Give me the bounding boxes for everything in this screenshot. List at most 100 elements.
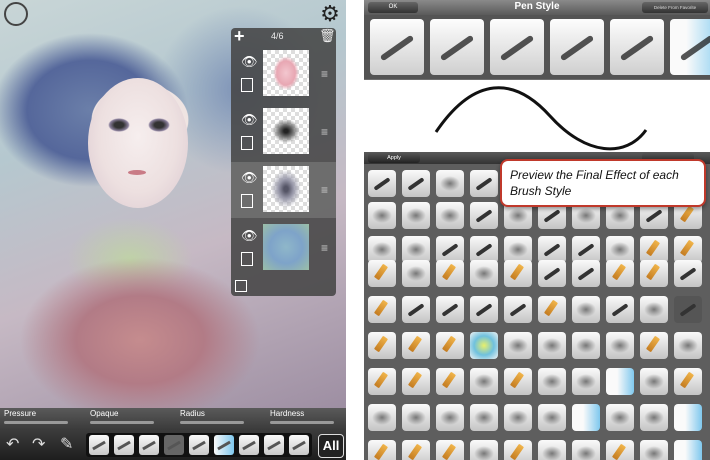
brush-style[interactable] (538, 404, 566, 431)
brush-style[interactable] (504, 332, 532, 359)
eye-icon[interactable]: 👁 (241, 170, 258, 186)
brush-style[interactable] (368, 236, 396, 263)
brush-style[interactable] (368, 260, 396, 287)
layer-item-selected[interactable]: 👁 ≡ (231, 162, 336, 218)
layer-lock-icon[interactable] (241, 78, 253, 92)
layer-options-icon[interactable] (235, 280, 247, 292)
brush-style[interactable] (674, 440, 702, 460)
layer-lock-icon[interactable] (241, 194, 253, 208)
brush-button[interactable] (264, 435, 284, 455)
favorite-brush[interactable] (490, 19, 544, 75)
layer-item[interactable]: 👁 ≡ (231, 220, 336, 276)
brush-style[interactable] (368, 202, 396, 229)
favorite-brush[interactable] (610, 19, 664, 75)
brush-style[interactable] (504, 404, 532, 431)
brush-style[interactable] (606, 296, 634, 323)
brush-style[interactable] (538, 440, 566, 460)
brush-button[interactable] (214, 435, 234, 455)
drag-handle-icon[interactable]: ≡ (321, 68, 328, 80)
brush-style[interactable] (368, 404, 396, 431)
hardness-slider[interactable] (270, 421, 334, 424)
brush-style[interactable] (436, 236, 464, 263)
brush-style[interactable] (436, 296, 464, 323)
brush-style[interactable] (674, 236, 702, 263)
brush-style[interactable] (402, 404, 430, 431)
brush-style[interactable] (538, 260, 566, 287)
brush-style[interactable] (504, 440, 532, 460)
brush-style[interactable] (368, 368, 396, 395)
eye-icon[interactable]: 👁 (241, 54, 258, 70)
brush-style[interactable] (368, 332, 396, 359)
brush-style[interactable] (436, 260, 464, 287)
brush-style[interactable] (436, 332, 464, 359)
delete-favorite-button[interactable]: Delete From Favorite (642, 2, 708, 13)
brush-style[interactable] (470, 202, 498, 229)
brush-style[interactable] (674, 404, 702, 431)
layer-item[interactable]: 👁 ≡ (231, 46, 336, 102)
brush-style[interactable] (504, 296, 532, 323)
brush-button[interactable] (114, 435, 134, 455)
brush-style[interactable] (572, 368, 600, 395)
brush-style[interactable] (402, 368, 430, 395)
brush-style[interactable] (402, 170, 430, 197)
brush-style[interactable] (504, 368, 532, 395)
brush-style[interactable] (504, 260, 532, 287)
brush-style[interactable] (402, 236, 430, 263)
brush-style[interactable] (504, 236, 532, 263)
brush-style[interactable] (368, 440, 396, 460)
brush-style[interactable] (368, 296, 396, 323)
brush-style[interactable] (640, 332, 668, 359)
brush-style[interactable] (640, 260, 668, 287)
eye-icon[interactable]: 👁 (241, 112, 258, 128)
layer-lock-icon[interactable] (241, 252, 253, 266)
brush-style[interactable] (572, 404, 600, 431)
layer-lock-icon[interactable] (241, 136, 253, 150)
brush-style[interactable] (606, 368, 634, 395)
layer-item[interactable]: 👁 ≡ (231, 104, 336, 160)
brush-style[interactable] (572, 260, 600, 287)
brush-style[interactable] (470, 368, 498, 395)
drag-handle-icon[interactable]: ≡ (321, 184, 328, 196)
brush-button[interactable] (289, 435, 309, 455)
undo-icon[interactable]: ↶ (6, 434, 19, 454)
drag-handle-icon[interactable]: ≡ (321, 126, 328, 138)
brush-style[interactable] (538, 368, 566, 395)
gear-icon[interactable]: ⚙ (318, 2, 342, 26)
brush-style[interactable] (402, 296, 430, 323)
brush-style[interactable] (470, 332, 498, 359)
brush-style[interactable] (572, 332, 600, 359)
tool-circle-icon[interactable] (4, 2, 28, 26)
brush-style[interactable] (436, 440, 464, 460)
brush-style[interactable] (538, 236, 566, 263)
brush-button[interactable] (239, 435, 259, 455)
pressure-slider[interactable] (4, 421, 68, 424)
stroke-preview[interactable] (364, 80, 710, 152)
brush-style[interactable] (436, 202, 464, 229)
brush-style[interactable] (606, 236, 634, 263)
brush-style[interactable] (470, 170, 498, 197)
all-brushes-button[interactable]: All (318, 434, 344, 458)
brush-style[interactable] (606, 404, 634, 431)
favorite-brush[interactable] (370, 19, 424, 75)
favorite-brush[interactable] (550, 19, 604, 75)
brush-style[interactable] (470, 236, 498, 263)
brush-style[interactable] (402, 440, 430, 460)
brush-style[interactable] (402, 332, 430, 359)
brush-style[interactable] (436, 404, 464, 431)
brush-button[interactable] (139, 435, 159, 455)
brush-style[interactable] (640, 440, 668, 460)
brush-style[interactable] (606, 332, 634, 359)
brush-style[interactable] (606, 260, 634, 287)
brush-style[interactable] (674, 260, 702, 287)
opaque-slider[interactable] (90, 421, 154, 424)
brush-style[interactable] (538, 296, 566, 323)
plus-icon[interactable]: + (234, 26, 245, 47)
redo-icon[interactable]: ↷ (32, 434, 45, 454)
drag-handle-icon[interactable]: ≡ (321, 242, 328, 254)
ok-button[interactable]: OK (368, 2, 418, 13)
radius-slider[interactable] (180, 421, 244, 424)
brush-style[interactable] (640, 404, 668, 431)
brush-style[interactable] (470, 260, 498, 287)
brush-button[interactable] (89, 435, 109, 455)
brush-style[interactable] (640, 236, 668, 263)
